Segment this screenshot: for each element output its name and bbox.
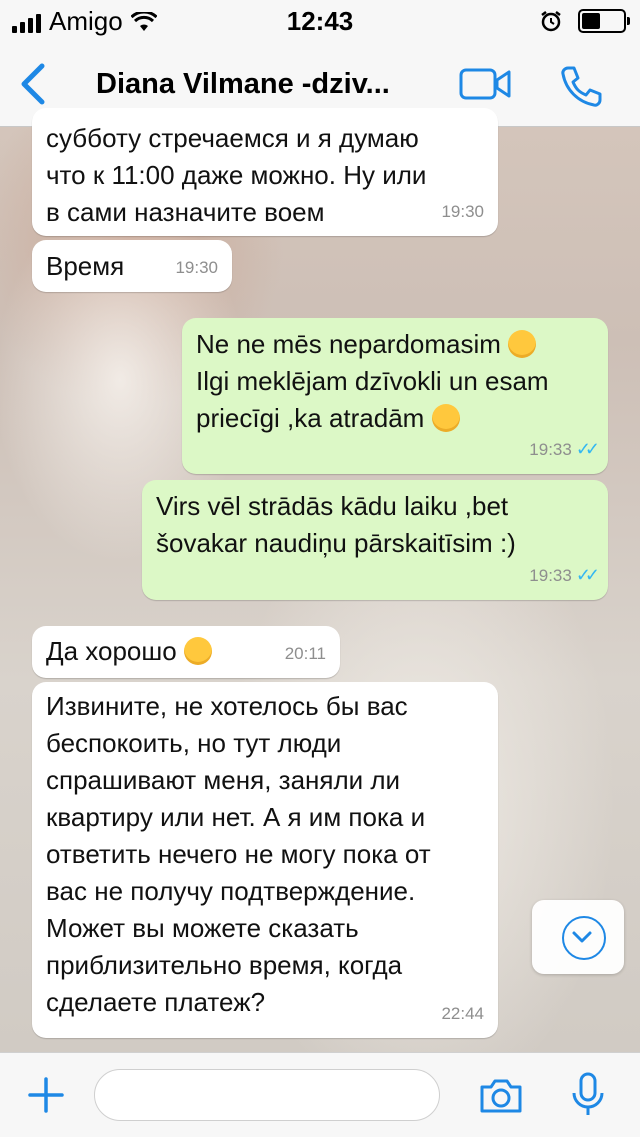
message-line: что к 11:00 даже можно. Ну или xyxy=(46,157,484,194)
message-time: 19:30 xyxy=(175,258,218,277)
message-bubble[interactable]: Ne ne mēs nepardomasim Ilgi meklējam dzī… xyxy=(182,318,608,474)
message-text: Ne ne mēs nepardomasim xyxy=(196,329,501,359)
star-struck-emoji-icon xyxy=(431,404,460,432)
battery-icon xyxy=(578,9,630,33)
message-line: Ne ne mēs nepardomasim xyxy=(196,326,594,363)
message-line: сделаете платеж? xyxy=(46,987,266,1017)
message-line: Ilgi meklējam dzīvokli un esam xyxy=(196,366,549,396)
message-line: беспокоить, но тут люди xyxy=(46,728,342,758)
camera-icon[interactable] xyxy=(478,1075,524,1115)
message-line: Может вы можете сказать xyxy=(46,913,359,943)
back-chevron-icon[interactable] xyxy=(14,62,54,106)
message-line: приблизительно время, когда xyxy=(46,950,403,980)
phone-icon[interactable] xyxy=(556,62,604,110)
message-bubble[interactable]: Да хорошо 20:11 xyxy=(32,626,340,678)
read-receipt-icon: ✓✓ xyxy=(575,565,600,585)
message-line: в сами назначите воем xyxy=(46,197,325,227)
message-line: вас не получу подтверждение. xyxy=(46,876,416,906)
message-line: субботу стречаемся и я думаю xyxy=(46,123,419,153)
message-line: квартиру или нет. А я им пока и xyxy=(46,802,426,832)
message-text: что к 11:00 даже можно. Ну или xyxy=(46,160,427,190)
message-line: Virs vēl strādās kādu laiku ,bet xyxy=(156,491,509,521)
message-input[interactable] xyxy=(94,1069,440,1121)
alarm-icon xyxy=(541,11,561,32)
microphone-icon[interactable] xyxy=(570,1071,606,1119)
video-camera-icon[interactable] xyxy=(458,66,512,102)
message-time: 20:11 xyxy=(284,644,326,663)
message-text: Время xyxy=(46,251,125,281)
message-line: спрашивают меня, заняли ли xyxy=(46,765,401,795)
message-line: Извините, не хотелось бы вас xyxy=(46,691,408,721)
halo-smiley-emoji-icon xyxy=(183,637,212,665)
message-time: 19:30 xyxy=(441,202,484,221)
status-bar: Amigo 12:43 xyxy=(0,0,640,42)
message-time: 19:33 xyxy=(529,440,572,459)
message-text: priecīgi ,ka atradām xyxy=(196,403,425,433)
message-bubble[interactable]: Извините, не хотелось бы вас беспокоить,… xyxy=(32,682,498,1038)
read-receipt-icon: ✓✓ xyxy=(575,439,600,459)
message-line: ответить нечего не могу пока от xyxy=(46,839,431,869)
message-bubble[interactable]: Время 19:30 xyxy=(32,240,232,292)
message-time: 19:33 xyxy=(529,566,572,585)
smiling-face-emoji-icon xyxy=(508,330,537,358)
message-time: 22:44 xyxy=(441,1004,484,1023)
message-input-bar xyxy=(0,1052,640,1137)
plus-icon[interactable] xyxy=(26,1075,66,1115)
message-bubble[interactable]: Virs vēl strādās kādu laiku ,bet šovakar… xyxy=(142,480,608,600)
chat-title[interactable]: Diana Vilmane -dziv... xyxy=(96,68,436,101)
message-bubble[interactable]: субботу стречаемся и я думаю что к 11:00… xyxy=(32,108,498,236)
chevron-down-icon xyxy=(562,916,606,960)
message-text: Да хорошо xyxy=(46,636,177,666)
scroll-to-bottom-button[interactable] xyxy=(532,900,624,974)
